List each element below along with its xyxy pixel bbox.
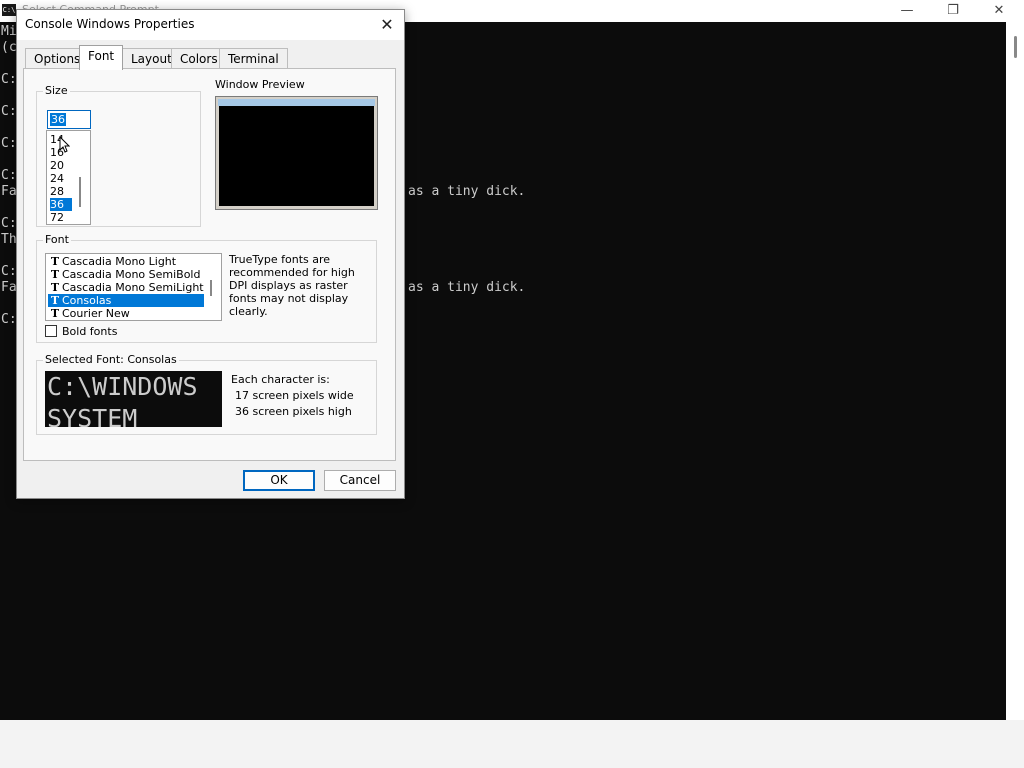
size-list-scrollbar[interactable]: [79, 177, 81, 207]
font-option[interactable]: T Cascadia Mono SemiBold: [48, 268, 204, 281]
font-sample-line: SYSTEM: [47, 404, 138, 427]
size-option-selected[interactable]: 36: [50, 198, 72, 211]
terminal-line: C:: [1, 136, 17, 151]
char-info: Each character is: 17 screen pixels wide…: [231, 372, 354, 420]
truetype-icon: T: [50, 255, 60, 268]
console-scrollbar[interactable]: [1006, 22, 1024, 720]
selected-font-group: Selected Font: Consolas C:\WINDOWS SYSTE…: [36, 353, 377, 435]
minimize-button[interactable]: —: [884, 0, 930, 22]
dialog-title: Console Windows Properties: [25, 17, 195, 31]
terminal-line: C:: [1, 104, 17, 119]
size-option[interactable]: 28: [50, 185, 72, 198]
terminal-line: C:: [1, 168, 17, 183]
char-width-text: 17 screen pixels wide: [235, 389, 354, 402]
font-option-label: Courier New: [62, 307, 130, 320]
size-input-value: 36: [50, 113, 66, 126]
size-option[interactable]: 72: [50, 211, 72, 224]
bold-fonts-checkbox[interactable]: [45, 325, 57, 337]
terminal-line: C:: [1, 312, 17, 327]
size-group-label: Size: [43, 84, 70, 97]
truetype-icon: T: [50, 268, 60, 281]
preview-screen: [219, 106, 374, 206]
font-option-selected[interactable]: T Consolas: [48, 294, 204, 307]
restore-button[interactable]: ❐: [930, 0, 976, 22]
dialog-close-button[interactable]: ✕: [376, 14, 398, 36]
terminal-line: C:: [1, 264, 17, 279]
font-option-label: Cascadia Mono SemiBold: [62, 268, 201, 281]
selected-font-label: Selected Font: Consolas: [43, 353, 179, 366]
cancel-button[interactable]: Cancel: [324, 470, 396, 491]
font-option-label: Cascadia Mono SemiLight: [62, 281, 204, 294]
size-option[interactable]: 20: [50, 159, 72, 172]
terminal-line: Th: [1, 232, 17, 247]
font-option-label: Consolas: [62, 294, 112, 307]
truetype-note: TrueType fonts are recommended for high …: [229, 253, 355, 318]
size-option[interactable]: 24: [50, 172, 72, 185]
truetype-icon: T: [50, 294, 60, 307]
font-group-label: Font: [43, 233, 71, 246]
scrollbar-thumb[interactable]: [1014, 36, 1017, 58]
terminal-line: C:: [1, 72, 17, 87]
size-group: Size 36 14 16 20 24 28 36 72: [36, 84, 201, 227]
dialog-titlebar[interactable]: Console Windows Properties ✕: [17, 10, 404, 40]
size-input[interactable]: 36: [47, 110, 91, 129]
terminal-line: C:: [1, 216, 17, 231]
truetype-icon: T: [50, 307, 60, 320]
tab-font[interactable]: Font: [79, 45, 124, 70]
font-list[interactable]: T Cascadia Mono Light T Cascadia Mono Semi…: [45, 253, 222, 321]
tab-terminal[interactable]: Terminal: [219, 48, 288, 69]
window-preview: [215, 96, 378, 210]
font-sample-line: C:\WINDOWS: [47, 372, 198, 401]
ok-button[interactable]: OK: [243, 470, 315, 491]
mouse-cursor-icon: [59, 136, 70, 153]
font-option[interactable]: T Cascadia Mono Light: [48, 255, 204, 268]
font-option[interactable]: T Courier New: [48, 307, 204, 320]
terminal-line: (c: [1, 40, 17, 55]
char-info-title: Each character is:: [231, 373, 330, 386]
close-button[interactable]: ✕: [976, 0, 1022, 22]
size-list[interactable]: 14 16 20 24 28 36 72: [46, 130, 91, 225]
cmd-icon: C:\: [2, 4, 16, 16]
properties-dialog: Console Windows Properties ✕ Options Fon…: [16, 9, 405, 499]
char-height-text: 36 screen pixels high: [235, 405, 352, 418]
font-option[interactable]: T Cascadia Mono SemiLight: [48, 281, 204, 294]
bold-fonts-label[interactable]: Bold fonts: [62, 325, 117, 338]
terminal-line: Mi: [1, 24, 17, 39]
truetype-icon: T: [50, 281, 60, 294]
font-option-label: Cascadia Mono Light: [62, 255, 177, 268]
font-sample-preview: C:\WINDOWS SYSTEM: [45, 371, 222, 427]
font-list-scrollbar[interactable]: [210, 280, 212, 296]
preview-titlebar: [218, 99, 375, 106]
font-group: Font T Cascadia Mono Light T Cascadia Mono…: [36, 233, 377, 343]
window-preview-label: Window Preview: [215, 78, 305, 91]
